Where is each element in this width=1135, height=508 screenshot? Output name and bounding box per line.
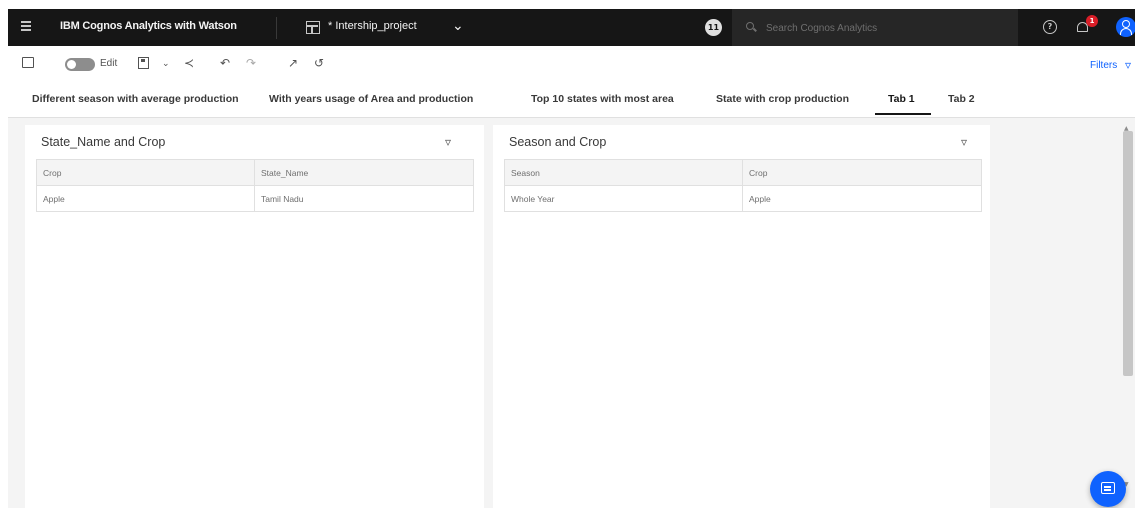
dashboard-canvas: State_Name and Crop ▿ Crop State_Name Ap…	[8, 118, 1135, 508]
filters-button[interactable]: Filters	[1090, 60, 1117, 71]
chat-icon	[1101, 482, 1115, 494]
dashboard-toolbar: Edit ⌄ ≺ ↶ ↷ ↗ ↺ Filters ▿	[8, 46, 1135, 82]
search-input[interactable]	[766, 18, 1006, 38]
data-table: Season Crop Whole Year Apple	[504, 159, 982, 212]
vertical-scrollbar[interactable]: ▲ ▼	[1120, 125, 1135, 508]
search-box	[732, 9, 1018, 46]
tab-different-season[interactable]: Different season with average production	[32, 93, 239, 105]
edit-toggle[interactable]	[65, 58, 95, 71]
data-table: Crop State_Name Apple Tamil Nadu	[36, 159, 474, 212]
share-icon[interactable]: ≺	[184, 57, 194, 69]
chevron-down-icon[interactable]: ⌄	[162, 58, 170, 70]
table-cell: Whole Year	[504, 185, 743, 212]
tab-1[interactable]: Tab 1	[888, 93, 915, 105]
scrollbar-thumb[interactable]	[1123, 131, 1133, 376]
filter-icon[interactable]: ▿	[961, 135, 967, 149]
tab-top-10-states[interactable]: Top 10 states with most area	[531, 93, 674, 105]
widget-season-and-crop[interactable]: Season and Crop ▿ Season Crop Whole Year…	[493, 125, 990, 508]
table-row[interactable]: Apple Tamil Nadu	[36, 185, 474, 212]
notification-count-badge[interactable]: 11	[705, 19, 722, 36]
table-cell: Apple	[36, 185, 255, 212]
menu-icon[interactable]	[18, 19, 34, 35]
column-header[interactable]: Crop	[742, 159, 982, 186]
reset-icon[interactable]: ↺	[314, 57, 324, 69]
tab-years-usage[interactable]: With years usage of Area and production	[269, 93, 473, 105]
active-tab-indicator	[875, 113, 931, 115]
top-bar: IBM Cognos Analytics with Watson * Inter…	[8, 9, 1135, 46]
filter-icon[interactable]: ▿	[1125, 58, 1131, 72]
redo-icon[interactable]: ↷	[246, 57, 256, 69]
project-name[interactable]: * Intership_project	[328, 20, 417, 32]
chevron-down-icon[interactable]: ⌄	[452, 18, 464, 34]
table-header-row: Crop State_Name	[36, 159, 474, 186]
alert-badge: 1	[1086, 15, 1098, 27]
table-row[interactable]: Whole Year Apple	[504, 185, 982, 212]
user-avatar-icon[interactable]	[1116, 17, 1135, 37]
tab-state-crop-production[interactable]: State with crop production	[716, 93, 849, 105]
expand-icon[interactable]: ↗	[288, 57, 298, 69]
search-icon	[746, 22, 754, 30]
undo-icon[interactable]: ↶	[220, 57, 230, 69]
column-header[interactable]: Crop	[36, 159, 255, 186]
table-cell: Apple	[742, 185, 982, 212]
app-title: IBM Cognos Analytics with Watson	[60, 20, 237, 32]
table-cell: Tamil Nadu	[254, 185, 474, 212]
column-header[interactable]: Season	[504, 159, 743, 186]
widget-title: Season and Crop	[509, 135, 607, 149]
table-header-row: Season Crop	[504, 159, 982, 186]
column-header[interactable]: State_Name	[254, 159, 474, 186]
widget-state-name-and-crop[interactable]: State_Name and Crop ▿ Crop State_Name Ap…	[25, 125, 484, 508]
dashboard-icon	[306, 21, 320, 34]
comment-icon[interactable]	[22, 57, 34, 68]
save-icon[interactable]	[138, 57, 149, 69]
dashboard-tabs: Different season with average production…	[8, 82, 1135, 118]
filter-icon[interactable]: ▿	[445, 135, 451, 149]
help-icon[interactable]: ?	[1043, 20, 1057, 34]
widget-title: State_Name and Crop	[41, 135, 166, 149]
assistant-chat-button[interactable]	[1090, 471, 1126, 507]
cognos-page: IBM Cognos Analytics with Watson * Inter…	[0, 0, 1135, 508]
edit-label: Edit	[100, 58, 118, 69]
header-divider	[276, 17, 277, 39]
tab-2[interactable]: Tab 2	[948, 93, 975, 105]
